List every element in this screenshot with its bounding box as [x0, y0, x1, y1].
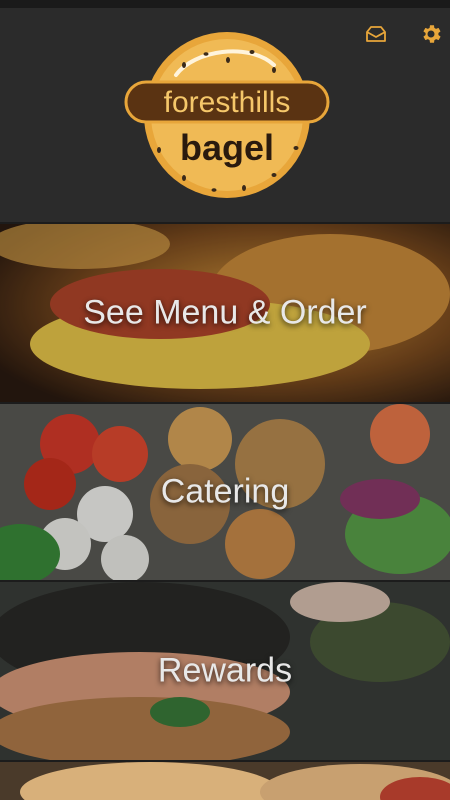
tile-label-catering: Catering	[160, 472, 290, 511]
tile-rewards[interactable]: Rewards	[0, 580, 450, 760]
tile-menu-order[interactable]: See Menu & Order	[0, 222, 450, 402]
tile-more[interactable]	[0, 760, 450, 800]
forest-hills-bagel-logo: foresthills bagel	[124, 32, 330, 198]
app-header: foresthills bagel	[0, 8, 450, 222]
logo-text-top: foresthills	[164, 86, 291, 119]
status-bar	[0, 0, 450, 8]
logo-text-bottom: bagel	[180, 127, 274, 168]
gear-icon[interactable]	[417, 20, 445, 48]
tile-catering[interactable]: Catering	[0, 402, 450, 580]
tile-label-rewards: Rewards	[157, 651, 293, 690]
tile-label-menu-order: See Menu & Order	[83, 293, 367, 332]
inbox-icon[interactable]	[362, 20, 390, 48]
more-food-image	[0, 762, 450, 800]
